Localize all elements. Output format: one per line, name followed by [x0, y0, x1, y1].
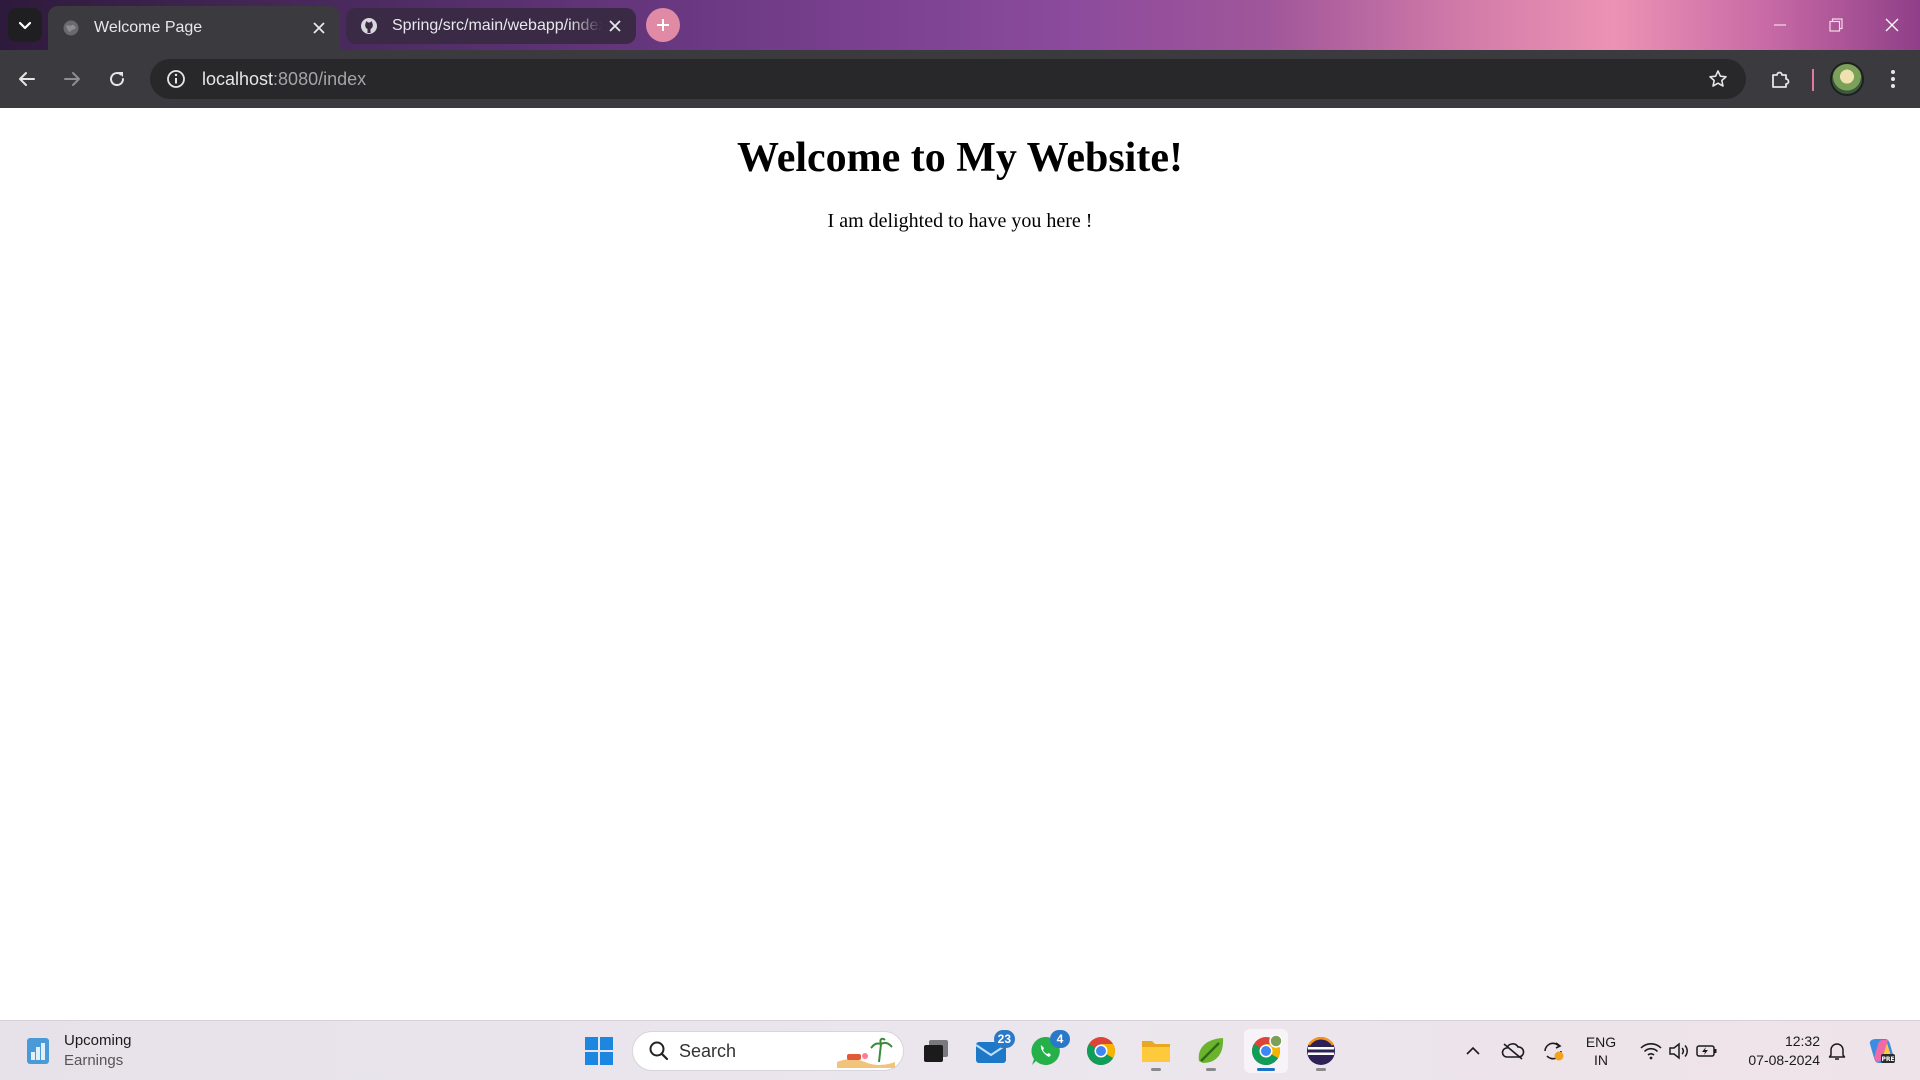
running-indicator [1206, 1068, 1216, 1071]
search-highlight-illustration-icon [837, 1037, 895, 1068]
chrome-icon [1087, 1037, 1115, 1065]
restore-icon [1829, 18, 1843, 32]
start-button[interactable] [577, 1029, 621, 1073]
url-host: localhost [202, 68, 274, 89]
stocks-widget-icon [27, 1038, 49, 1064]
spring-tool-suite-app[interactable] [1189, 1029, 1233, 1073]
close-tab-icon[interactable] [306, 15, 332, 41]
tab-title: Welcome Page [94, 19, 203, 36]
sync-tray[interactable] [1536, 1021, 1570, 1080]
clock: 12:32 07-08-2024 [1748, 1032, 1820, 1070]
language-indicator: ENG IN [1586, 1033, 1616, 1069]
reload-icon [110, 72, 125, 87]
chevron-up-icon [1466, 1046, 1480, 1055]
back-button[interactable] [9, 61, 45, 97]
running-indicator [1316, 1068, 1326, 1071]
task-view-button[interactable] [914, 1029, 958, 1073]
new-tab-button[interactable] [646, 8, 680, 42]
search-icon [639, 1031, 679, 1071]
eclipse-app[interactable] [1299, 1029, 1343, 1073]
battery-charging-icon [1696, 1045, 1717, 1057]
minimize-icon [1774, 24, 1786, 26]
forward-button[interactable] [54, 61, 90, 97]
widget-subtitle: Earnings [64, 1052, 124, 1069]
whatsapp-app[interactable]: 4 [1024, 1029, 1070, 1073]
minimize-button[interactable] [1752, 0, 1808, 50]
running-indicator [1257, 1068, 1275, 1071]
copilot-button[interactable]: PRE [1862, 1021, 1902, 1080]
address-bar[interactable]: localhost:8080/index [150, 59, 1746, 99]
bell-icon [1828, 1043, 1846, 1060]
browser-title-bar: Welcome Page Spring/src/main/webapp/inde… [0, 0, 1920, 50]
chevron-down-icon [18, 21, 32, 30]
close-tab-icon[interactable] [602, 13, 628, 39]
web-page-content: Welcome to My Website! I am delighted to… [0, 108, 1920, 1020]
show-hidden-icons-button[interactable] [1456, 1021, 1490, 1080]
input-language-button[interactable]: ENG IN [1578, 1021, 1624, 1080]
close-window-button[interactable] [1864, 0, 1920, 50]
windows-taskbar: Upcoming Earnings Search 23 4 ENG IN 12:… [0, 1020, 1920, 1080]
globe-icon [62, 19, 80, 37]
chrome-profile-app[interactable] [1244, 1029, 1288, 1073]
close-icon [1885, 18, 1899, 32]
quick-settings-button[interactable] [1634, 1021, 1724, 1080]
plus-icon [657, 19, 669, 31]
running-indicator [1151, 1068, 1161, 1071]
extensions-button[interactable] [1762, 61, 1798, 97]
url-text: localhost:8080/index [202, 69, 366, 90]
toolbar-separator [1812, 69, 1814, 91]
widgets-button[interactable]: Upcoming Earnings [24, 1031, 132, 1071]
page-paragraph: I am delighted to have you here ! [827, 210, 1093, 232]
eclipse-icon [1307, 1036, 1335, 1065]
onedrive-tray[interactable] [1496, 1021, 1530, 1080]
bookmark-star-icon[interactable] [1704, 65, 1732, 93]
spring-tool-suite-icon [1198, 1038, 1224, 1063]
file-explorer-icon [1142, 1041, 1170, 1062]
forward-icon [64, 72, 80, 86]
mail-app[interactable]: 23 [969, 1029, 1015, 1073]
sync-warning-icon [1544, 1042, 1564, 1061]
task-view-icon [924, 1040, 948, 1062]
clock-time: 12:32 [1784, 1033, 1820, 1049]
page-heading: Welcome to My Website! [737, 135, 1183, 181]
widget-title: Upcoming [64, 1032, 132, 1049]
file-explorer-app[interactable] [1134, 1029, 1178, 1073]
region-code: IN [1594, 1052, 1608, 1068]
github-icon [360, 17, 378, 35]
tab-search-button[interactable] [8, 8, 42, 42]
browser-toolbar: localhost:8080/index [0, 50, 1920, 108]
widget-text: Upcoming Earnings [64, 1031, 132, 1071]
site-info-icon[interactable] [156, 59, 196, 99]
volume-icon [1669, 1042, 1688, 1060]
search-label: Search [679, 1040, 737, 1061]
notifications-button[interactable] [1822, 1021, 1852, 1080]
restore-button[interactable] [1808, 0, 1864, 50]
mail-badge: 23 [993, 1030, 1015, 1048]
tab-title: Spring/src/main/webapp/index.jsp [392, 17, 602, 34]
tab-github-index[interactable]: Spring/src/main/webapp/index.jsp [346, 8, 636, 44]
menu-icon [1891, 70, 1895, 88]
chrome-profile-icon [1252, 1035, 1282, 1065]
window-controls [1752, 0, 1920, 50]
profile-avatar[interactable] [1830, 62, 1864, 96]
clock-button[interactable]: 12:32 07-08-2024 [1730, 1021, 1820, 1080]
wifi-icon [1640, 1043, 1662, 1060]
tab-welcome-page[interactable]: Welcome Page [48, 6, 340, 50]
language-code: ENG [1585, 1034, 1617, 1050]
cloud-off-icon [1501, 1043, 1525, 1060]
back-icon [19, 72, 35, 86]
reload-button[interactable] [99, 61, 135, 97]
copilot-icon: PRE [1869, 1039, 1895, 1063]
clock-date: 07-08-2024 [1748, 1052, 1820, 1068]
start-icon [585, 1037, 613, 1065]
url-path: :8080/index [273, 68, 367, 89]
svg-text:PRE: PRE [1881, 1056, 1894, 1063]
extensions-icon [1772, 71, 1790, 88]
whatsapp-badge: 4 [1050, 1030, 1070, 1048]
menu-button[interactable] [1875, 61, 1911, 97]
taskbar-search[interactable]: Search [632, 1031, 904, 1071]
chrome-app[interactable] [1079, 1029, 1123, 1073]
